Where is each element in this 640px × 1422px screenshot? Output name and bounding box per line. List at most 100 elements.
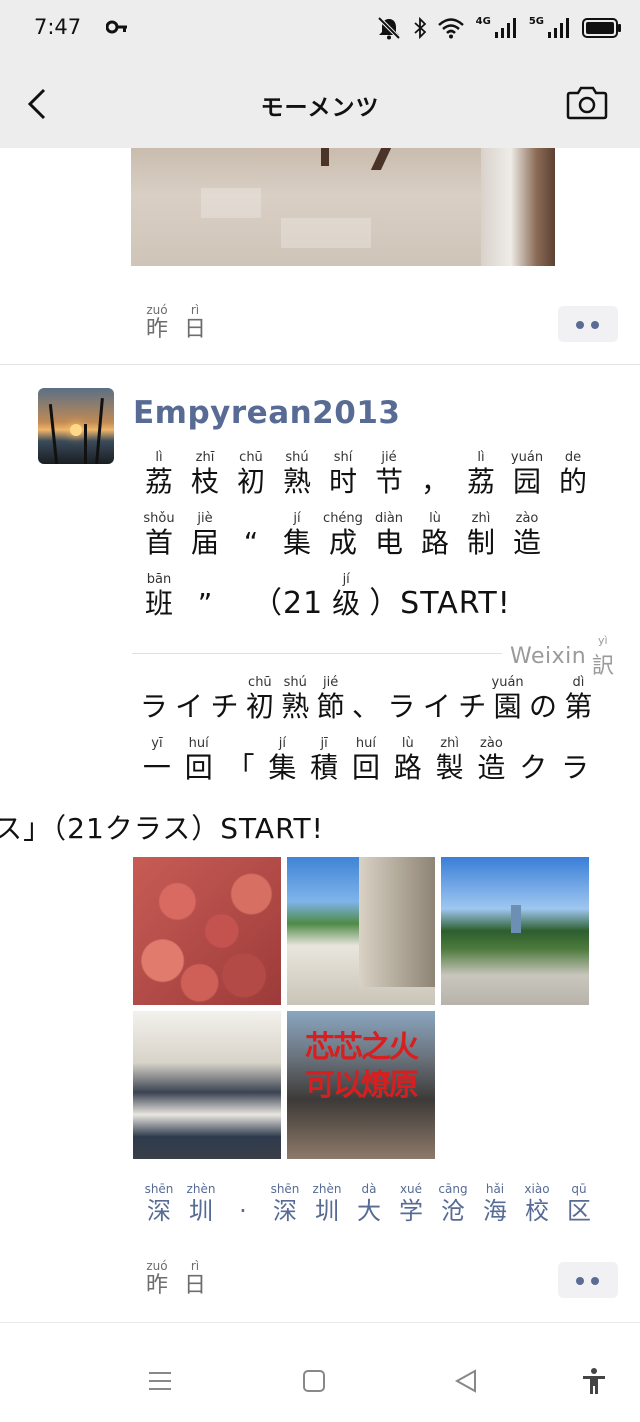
avatar[interactable]: [38, 388, 114, 464]
post-char: jí 集: [268, 736, 297, 784]
wifi-icon: [437, 18, 464, 39]
post-more-button[interactable]: [558, 1262, 618, 1298]
translate-pinyin: yì: [598, 634, 608, 647]
post-char: zhì 制: [466, 511, 495, 559]
location-char: zhèn 圳: [186, 1182, 216, 1225]
status-icons: 4G 5G: [376, 14, 622, 42]
post-char: chū 初: [236, 450, 265, 498]
bluetooth-icon: [414, 17, 426, 39]
location-char: qū 区: [567, 1182, 591, 1225]
post-text-line: shǒu 首 jiè 届 “ jí 集 chéng 成 diàn 电 lù 路 zhì 制 zào 造: [136, 511, 596, 560]
location-char: xué 学: [399, 1182, 423, 1225]
post-char: yuán 园: [510, 450, 544, 498]
campus-plaza-photo[interactable]: [441, 857, 589, 1005]
page-title: モーメンツ: [260, 95, 380, 121]
signal-icon: [494, 18, 516, 38]
post-text-chinese: lì 荔 zhī 枝 chū 初 shú 熟 shí 时 jié 节 ， lì 荔 yuán 园 de 的 shǒu 首…: [136, 450, 596, 633]
status-time: 7:47: [34, 15, 82, 39]
post-char: lì 荔: [144, 450, 173, 498]
camera-button[interactable]: [566, 84, 608, 120]
post-char: bān 班: [144, 572, 173, 620]
post-char: 、: [352, 690, 381, 723]
location-char: dà 大: [357, 1182, 381, 1225]
location-char: cāng 沧: [438, 1182, 468, 1225]
location-char: xiào 校: [524, 1182, 550, 1225]
moments-header: モーメンツ: [0, 60, 640, 144]
post-char: huí 回: [351, 736, 380, 784]
translation-divider: [132, 653, 502, 654]
post-location[interactable]: shēn 深 zhèn 圳 · shēn 深 zhèn 圳 dà 大 xué 学 cāng 沧 hǎi 海 xià…: [138, 1182, 600, 1225]
location-char: zhèn 圳: [312, 1182, 342, 1225]
back-nav-icon[interactable]: [452, 1367, 480, 1395]
post-char: “: [243, 526, 259, 559]
location-char: ·: [239, 1197, 247, 1225]
weixin-translate-label: Weixin: [510, 644, 587, 669]
home-icon[interactable]: [300, 1367, 328, 1395]
calligraphy-poster-photo[interactable]: 芯芯之火 可以燎原: [287, 1011, 435, 1159]
status-bar: 7:47 4G 5G: [0, 0, 640, 56]
post-char: jiè 届: [190, 511, 219, 559]
post-char: chū 初: [245, 675, 274, 723]
post-divider: [0, 364, 640, 365]
lychee-photo[interactable]: [133, 857, 281, 1005]
previous-post-time: zuó 昨 rì 日: [138, 303, 214, 343]
network-type-label: 4G: [475, 16, 491, 27]
post-char: diàn 电: [374, 511, 404, 559]
post-char: の: [528, 690, 557, 723]
post-text-japanese: ライチ chū 初 shú 熟 jié 節、ライチ yuán 園の dì 第 yī 一 huí 回「jí 集 j…: [0, 675, 596, 858]
post-char: イ: [422, 690, 451, 723]
post-text-fragment: （21: [252, 586, 324, 621]
post-char: ラ: [139, 690, 168, 723]
top-bar: 7:47 4G 5G モーメンツ: [0, 0, 640, 148]
post-char: チ: [210, 690, 239, 723]
post-char: ク: [519, 751, 548, 784]
post-char: zào 造: [477, 736, 506, 784]
post-author-name[interactable]: Empyrean2013: [133, 395, 400, 431]
post-char: イ: [175, 690, 204, 723]
previous-post-more-button[interactable]: [558, 306, 618, 342]
post-text-line-3: bān 班 ” （21 jí 级 ）START!: [136, 572, 596, 621]
post-char: zào 造: [512, 511, 541, 559]
post-char: jí 集: [282, 511, 311, 559]
jp-line3-text: ス」（21クラス）START!: [0, 812, 324, 845]
post-char: yī 一: [142, 736, 171, 784]
post-char: jié 節: [316, 675, 345, 723]
post-char: 「: [226, 751, 255, 784]
mute-icon: [377, 16, 401, 40]
post-char: ラ: [387, 690, 416, 723]
post-char: dì 第: [564, 675, 593, 723]
post-char: チ: [458, 690, 487, 723]
menu-icon[interactable]: [146, 1367, 174, 1395]
post-text-jp-line: yī 一 huí 回「jí 集 jī 積 huí 回 lù 路 zhì 製 zào 造クラ: [136, 736, 596, 785]
post-char: shú 熟: [281, 675, 310, 723]
post-char: zhì 製: [435, 736, 464, 784]
post-char: lù 路: [393, 736, 422, 784]
campus-building-photo[interactable]: [287, 857, 435, 1005]
post-char: ラ: [561, 751, 590, 784]
accessibility-icon[interactable]: [580, 1367, 608, 1395]
network-type-label-2: 5G: [528, 16, 544, 27]
post-text-line: lì 荔 zhī 枝 chū 初 shú 熟 shí 时 jié 节 ， lì 荔 yuán 园 de 的: [136, 450, 596, 499]
previous-post-photo[interactable]: [131, 148, 555, 266]
post-char: jié 节: [374, 450, 403, 498]
battery-icon: [582, 18, 621, 38]
post-char: ”: [197, 587, 213, 620]
group-photo[interactable]: [133, 1011, 281, 1159]
post-char: yuán 園: [491, 675, 524, 723]
location-char: shēn 深: [144, 1182, 174, 1225]
time-char: zuó 昨: [145, 303, 168, 342]
post-text-fragment: ）START!: [369, 586, 511, 621]
post-text-jp-line: ライチ chū 初 shú 熟 jié 節、ライチ yuán 園の dì 第: [136, 675, 596, 724]
signal-icon-2: [548, 18, 569, 38]
key-icon: [106, 20, 127, 34]
post-char: shí 时: [328, 450, 357, 498]
post-char: huí 回: [184, 736, 213, 784]
weixin-translate-badge: Weixin yì 訳: [510, 634, 620, 679]
post-char: shú 熟: [282, 450, 311, 498]
post-char: zhī 枝: [190, 450, 219, 498]
post-time: zuó 昨 rì 日: [138, 1259, 214, 1299]
time-char: zuó 昨: [145, 1259, 168, 1298]
post-char: lù 路: [420, 511, 449, 559]
time-char: rì 日: [183, 303, 206, 342]
post-char: de 的: [558, 450, 587, 498]
